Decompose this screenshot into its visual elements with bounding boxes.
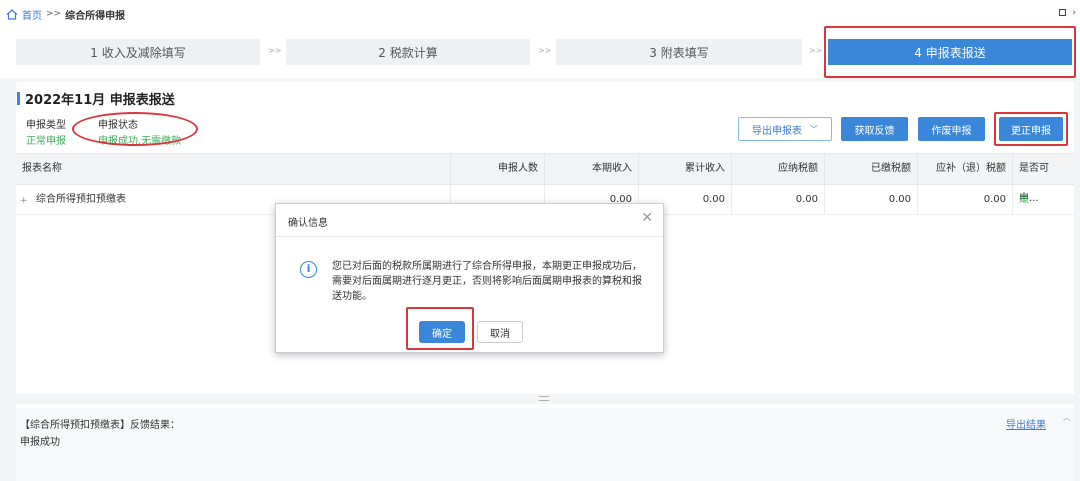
dialog-title: 确认信息 [288, 218, 328, 229]
column-header-tax-due[interactable]: 应补（退）税额 [918, 154, 1013, 184]
cancel-button[interactable]: 取消 [477, 321, 523, 343]
filing-type-value: 正常申报 [26, 136, 66, 147]
breadcrumb-separator: >> [46, 9, 62, 19]
filing-type-label: 申报类型 [26, 120, 66, 131]
column-header-tax-payable[interactable]: 应纳税额 [732, 154, 825, 184]
splitter-bar[interactable] [16, 394, 1074, 404]
top-bar: 首页 >> 综合所得申报 › [0, 0, 1080, 28]
highlight-box [824, 26, 1076, 78]
step-arrow: >> [538, 46, 552, 55]
column-header-cumulative-income[interactable]: 累计收入 [639, 154, 732, 184]
step-income[interactable]: 1 收入及减除填写 [16, 39, 260, 65]
export-declaration-label: 导出申报表 [752, 125, 802, 137]
step-tax-calc[interactable]: 2 税款计算 [286, 39, 530, 65]
cell-tax-payable: 0.00 [732, 185, 825, 215]
column-header-period-income[interactable]: 本期收入 [545, 154, 639, 184]
home-icon[interactable] [6, 8, 18, 20]
page-title: 2022年11月 申报表报送 [25, 93, 175, 108]
get-feedback-button[interactable]: 获取反馈 [841, 117, 908, 141]
breadcrumb-home[interactable]: 首页 [22, 7, 42, 22]
feedback-result: 申报成功 [20, 437, 60, 448]
info-icon: i [300, 261, 317, 278]
table-header: 报表名称 申报人数 本期收入 累计收入 应纳税额 已缴税额 应补（退）税额 是否… [16, 153, 1074, 204]
column-header-tax-paid[interactable]: 已缴税额 [825, 154, 918, 184]
export-declaration-button[interactable]: 导出申报表 ﹀ [738, 117, 832, 141]
chevron-right-icon[interactable]: › [1072, 8, 1076, 18]
close-icon[interactable]: ✕ [641, 210, 653, 226]
cell-tax-due: 0.00 [918, 185, 1013, 215]
grip-icon[interactable] [539, 396, 549, 401]
dialog-header: 确认信息 ✕ [276, 204, 663, 237]
column-header-can-file[interactable]: 是否可申... [1013, 154, 1074, 204]
scroll-up-icon[interactable]: ︿ [1063, 412, 1071, 423]
highlight-box [406, 307, 474, 350]
feedback-title: 【综合所得预扣预缴表】反馈结果： [20, 420, 180, 431]
step-arrow: >> [268, 46, 282, 55]
dialog-message: 您已对后面的税款所属期进行了综合所得申报，本期更正申报成功后，需要对后面属期进行… [332, 261, 642, 302]
cell-can-file: 是 [1019, 194, 1029, 205]
highlight-ellipse [72, 112, 198, 146]
feedback-panel: 【综合所得预扣预缴表】反馈结果： 申报成功 导出结果 ︿ [16, 408, 1074, 481]
highlight-box [994, 112, 1068, 146]
step-attachments[interactable]: 3 附表填写 [556, 39, 802, 65]
chevron-down-icon: ﹀ [810, 124, 818, 134]
column-header-count[interactable]: 申报人数 [451, 154, 545, 184]
export-result-link[interactable]: 导出结果 [1006, 416, 1046, 431]
window-controls: › [1059, 8, 1076, 18]
cell-tax-paid: 0.00 [825, 185, 918, 215]
column-header-name[interactable]: 报表名称 [16, 154, 451, 184]
step-arrow: >> [809, 46, 823, 55]
maximize-icon[interactable] [1059, 9, 1067, 16]
void-declaration-button[interactable]: 作废申报 [918, 117, 985, 141]
breadcrumb-current: 综合所得申报 [65, 10, 126, 22]
title-accent-bar [17, 92, 20, 105]
